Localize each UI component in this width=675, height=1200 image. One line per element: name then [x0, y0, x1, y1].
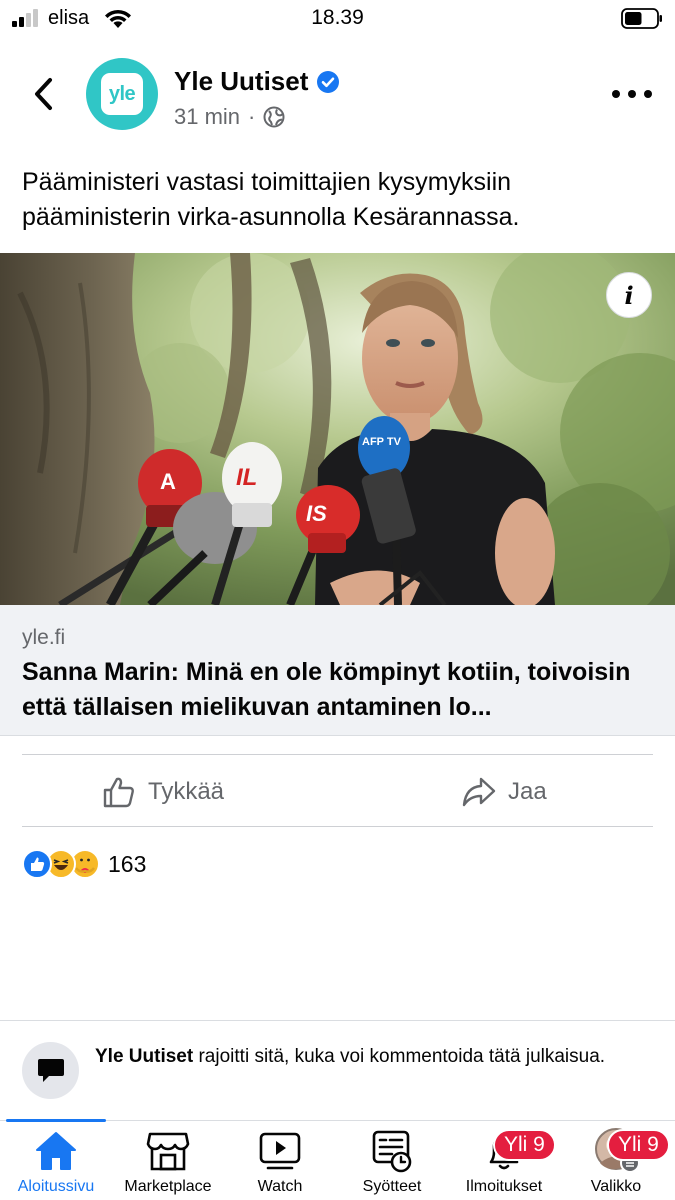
share-label: Jaa [508, 778, 547, 805]
tab-marketplace[interactable]: Marketplace [112, 1121, 224, 1200]
clock: 18.39 [311, 6, 364, 29]
mic-label: IL [236, 464, 257, 491]
share-button[interactable]: Jaa [462, 770, 547, 814]
mic-label: A [160, 469, 176, 494]
back-button[interactable] [26, 72, 60, 116]
page-avatar[interactable]: yle [86, 58, 158, 130]
bottom-tab-bar: Aloitussivu Marketplace Watch Syötteet I… [0, 1119, 675, 1200]
post-time: 31 min [174, 104, 241, 129]
globe-icon [263, 106, 285, 128]
tab-label: Watch [257, 1178, 303, 1195]
tab-label: Syötteet [362, 1178, 422, 1195]
tab-label: Valikko [590, 1178, 642, 1195]
meta-separator: · [248, 104, 256, 129]
like-button[interactable]: Tykkää [102, 770, 224, 814]
tab-label: Aloitussivu [17, 1178, 95, 1195]
page-name-link[interactable]: Yle Uutiset [174, 66, 340, 97]
notification-badge: Yli 9 [493, 1129, 556, 1161]
post-photo[interactable]: A IL IS AFP TV [0, 253, 675, 605]
thumbs-up-icon [103, 777, 134, 808]
more-options-button[interactable] [612, 80, 652, 108]
more-dot-icon [612, 90, 620, 98]
status-bar: elisa 18.39 [0, 0, 675, 38]
mic-label: AFP TV [362, 436, 402, 448]
restriction-message: rajoitti sitä, kuka voi kommentoida tätä… [193, 1046, 606, 1067]
tab-menu[interactable]: Valikko Yli 9 [560, 1121, 672, 1200]
like-reaction-icon [22, 849, 52, 879]
tab-feeds[interactable]: Syötteet [336, 1121, 448, 1200]
active-tab-indicator [6, 1119, 106, 1122]
press-conference-photo: A IL IS AFP TV [0, 253, 675, 605]
yle-logo: yle [101, 73, 143, 115]
tab-label: Ilmoitukset [465, 1178, 543, 1195]
link-title: Sanna Marin: Minä en ole kömpinyt kotiin… [22, 658, 631, 721]
chevron-left-icon [35, 78, 52, 110]
page-name: Yle Uutiset [174, 66, 309, 96]
home-icon [36, 1132, 76, 1170]
more-dot-icon [628, 90, 636, 98]
battery-icon [621, 8, 662, 29]
divider [22, 754, 653, 755]
post-text: Pääministeri vastasi toimittajien kysymy… [22, 168, 520, 231]
tab-home[interactable]: Aloitussivu [0, 1119, 112, 1200]
watch-icon [259, 1132, 301, 1170]
tab-notifications[interactable]: Ilmoitukset Yli 9 [448, 1121, 560, 1200]
link-preview[interactable]: yle.fi Sanna Marin: Minä en ole kömpinyt… [0, 605, 675, 736]
menu-badge: Yli 9 [607, 1129, 670, 1161]
tab-watch[interactable]: Watch [224, 1121, 336, 1200]
section-divider [0, 1020, 675, 1021]
verified-badge-icon [317, 70, 340, 93]
reaction-count: 163 [108, 850, 147, 877]
more-dot-icon [644, 90, 652, 98]
share-arrow-icon [462, 777, 496, 807]
like-label: Tykkää [148, 778, 225, 805]
restriction-text: Yle Uutiset rajoitti sitä, kuka voi komm… [95, 1043, 635, 1071]
comment-restriction-notice: Yle Uutiset rajoitti sitä, kuka voi komm… [22, 1040, 662, 1100]
mic-label: IS [306, 501, 327, 526]
restriction-page-name: Yle Uutiset [95, 1046, 194, 1067]
link-domain: yle.fi [22, 626, 66, 649]
post-meta: 31 min · [174, 104, 285, 130]
feeds-icon [372, 1130, 412, 1173]
tab-label: Marketplace [124, 1178, 212, 1195]
speech-bubble-icon [22, 1042, 79, 1099]
marketplace-icon [146, 1132, 190, 1171]
info-button[interactable]: i [606, 272, 652, 318]
divider [22, 826, 653, 827]
reactions-summary[interactable]: 163 [22, 848, 146, 880]
